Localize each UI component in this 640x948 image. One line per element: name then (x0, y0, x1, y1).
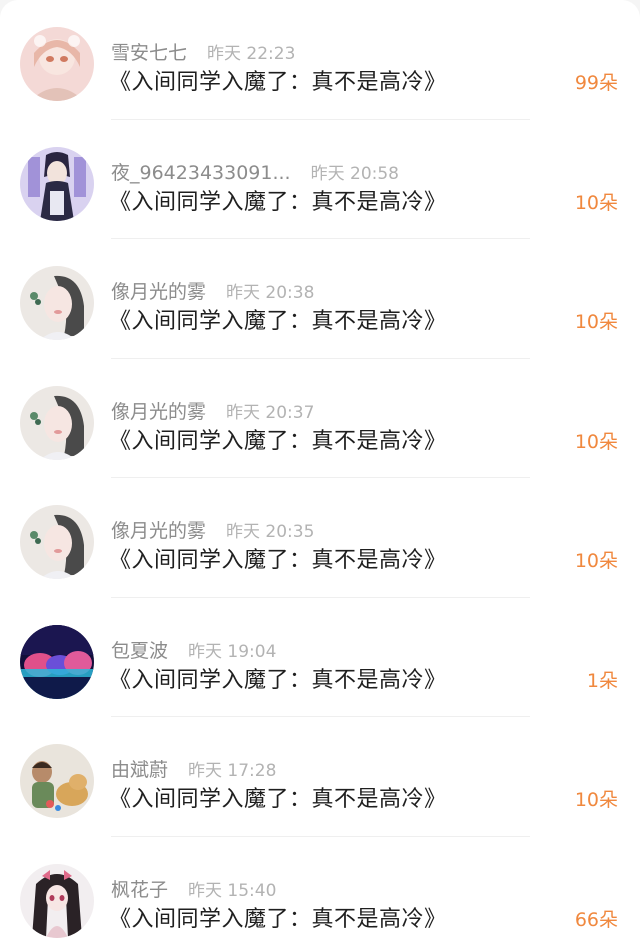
item-meta: 包夏波 昨天 19:04 (111, 636, 276, 662)
anime-boy-avatar-purple (20, 146, 94, 221)
user-avatar[interactable] (20, 744, 94, 818)
girl-illustration-avatar (20, 385, 94, 460)
flower-gift-list: 雪安七七 昨天 22:23 《入间同学入魔了：真不是高冷》 99朵 夜_9642… (0, 0, 640, 948)
girl-illustration-avatar (20, 266, 94, 340)
gift-list-card: 雪安七七 昨天 22:23 《入间同学入魔了：真不是高冷》 99朵 夜_9642… (0, 0, 640, 948)
anime-girl-avatar-pink (20, 27, 94, 101)
item-meta: 像月光的雾 昨天 20:35 (111, 516, 314, 542)
list-item[interactable]: 包夏波 昨天 19:04 《入间同学入魔了：真不是高冷》 1朵 (0, 598, 640, 717)
timestamp: 昨天 20:38 (226, 283, 315, 303)
list-item[interactable]: 像月光的雾 昨天 20:37 《入间同学入魔了：真不是高冷》 10朵 (0, 359, 640, 478)
timestamp: 昨天 17:28 (188, 761, 277, 781)
book-title[interactable]: 《入间同学入魔了：真不是高冷》 (109, 423, 447, 455)
user-avatar[interactable] (20, 624, 94, 699)
username[interactable]: 包夏波 (111, 636, 168, 663)
list-item[interactable]: 枫花子 昨天 15:40 《入间同学入魔了：真不是高冷》 66朵 (0, 837, 640, 948)
list-item[interactable]: 由斌蔚 昨天 17:28 《入间同学入魔了：真不是高冷》 10朵 (0, 717, 640, 837)
girl-illustration-avatar (20, 505, 94, 579)
username[interactable]: 像月光的雾 (111, 516, 206, 543)
user-avatar[interactable] (20, 505, 94, 579)
book-title[interactable]: 《入间同学入魔了：真不是高冷》 (109, 901, 447, 933)
list-item[interactable]: 像月光的雾 昨天 20:38 《入间同学入魔了：真不是高冷》 10朵 (0, 239, 640, 359)
book-title[interactable]: 《入间同学入魔了：真不是高冷》 (109, 662, 447, 694)
flower-count: 10朵 (574, 550, 618, 572)
flower-count: 10朵 (574, 311, 618, 333)
book-title[interactable]: 《入间同学入魔了：真不是高冷》 (109, 303, 447, 335)
flower-count: 10朵 (574, 430, 618, 453)
book-title[interactable]: 《入间同学入魔了：真不是高冷》 (109, 781, 447, 813)
user-avatar[interactable] (20, 385, 94, 460)
timestamp: 昨天 22:23 (207, 44, 296, 64)
user-avatar[interactable] (20, 863, 94, 938)
neon-landscape-avatar (20, 624, 94, 699)
flower-count: 99朵 (574, 72, 618, 94)
flower-count: 10朵 (574, 789, 618, 811)
book-title[interactable]: 《入间同学入魔了：真不是高冷》 (109, 184, 447, 216)
flower-count: 66朵 (574, 908, 618, 931)
username[interactable]: 雪安七七 (111, 38, 187, 65)
item-meta: 夜_96423433091... 昨天 20:58 (111, 158, 399, 184)
list-item[interactable]: 夜_96423433091... 昨天 20:58 《入间同学入魔了：真不是高冷… (0, 120, 640, 239)
user-avatar[interactable] (20, 146, 94, 221)
username[interactable]: 像月光的雾 (111, 277, 206, 304)
user-avatar[interactable] (20, 27, 94, 101)
timestamp: 昨天 19:04 (188, 641, 277, 662)
book-title[interactable]: 《入间同学入魔了：真不是高冷》 (109, 64, 447, 96)
username[interactable]: 枫花子 (111, 875, 168, 902)
timestamp: 昨天 20:58 (310, 163, 399, 184)
item-meta: 像月光的雾 昨天 20:38 (111, 277, 314, 303)
item-meta: 像月光的雾 昨天 20:37 (111, 397, 314, 423)
username[interactable]: 由斌蔚 (111, 755, 168, 782)
item-meta: 枫花子 昨天 15:40 (111, 875, 276, 901)
user-avatar[interactable] (20, 266, 94, 340)
list-item[interactable]: 像月光的雾 昨天 20:35 《入间同学入魔了：真不是高冷》 10朵 (0, 478, 640, 598)
flower-count: 10朵 (574, 191, 618, 214)
flower-count: 1朵 (586, 669, 618, 692)
item-meta: 雪安七七 昨天 22:23 (111, 38, 295, 64)
timestamp: 昨天 20:35 (226, 522, 315, 542)
username[interactable]: 夜_96423433091... (111, 158, 291, 185)
timestamp: 昨天 20:37 (226, 402, 315, 423)
timestamp: 昨天 15:40 (188, 880, 277, 901)
list-item[interactable]: 雪安七七 昨天 22:23 《入间同学入魔了：真不是高冷》 99朵 (0, 0, 640, 120)
anime-girl-avatar-dark (20, 863, 94, 938)
book-title[interactable]: 《入间同学入魔了：真不是高冷》 (109, 542, 447, 574)
item-meta: 由斌蔚 昨天 17:28 (111, 755, 276, 781)
child-with-dog-avatar (20, 744, 94, 818)
username[interactable]: 像月光的雾 (111, 397, 206, 424)
